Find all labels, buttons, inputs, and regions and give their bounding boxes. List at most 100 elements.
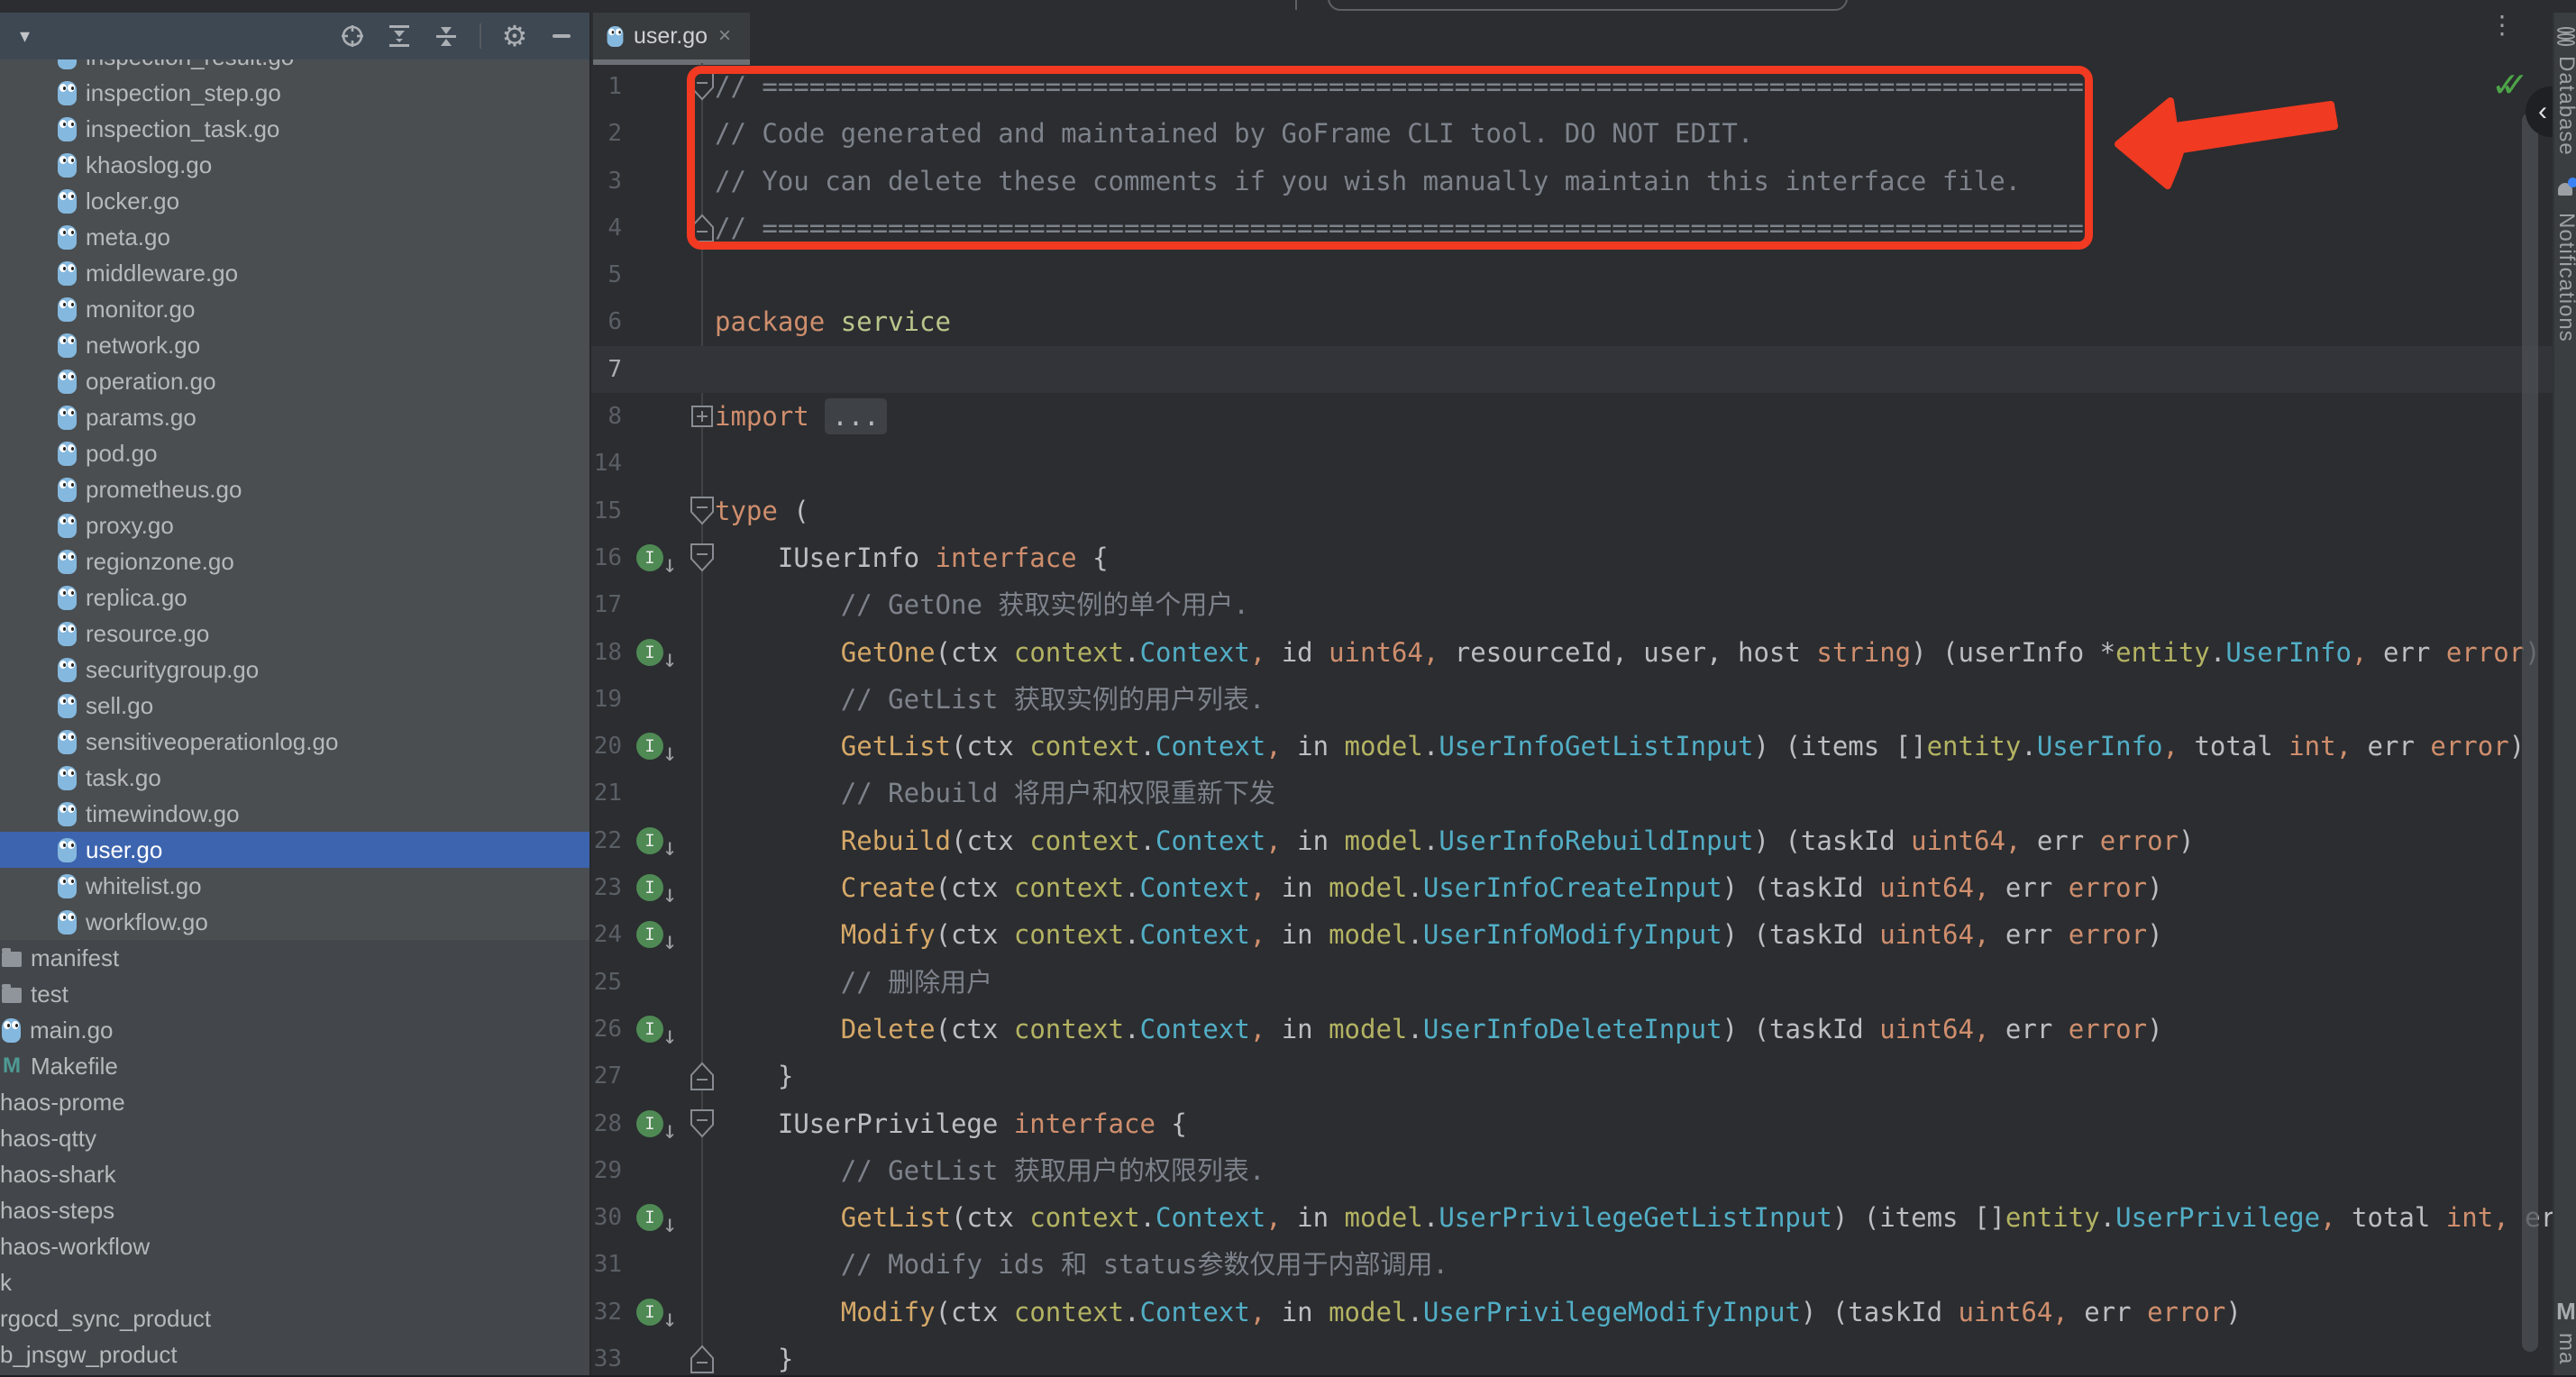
tree-item-manifest[interactable]: manifest	[0, 940, 591, 976]
tool-notifications[interactable]: Notifications	[2554, 180, 2576, 342]
tree-item-network.go[interactable]: network.go	[0, 327, 591, 363]
settings-gear-icon[interactable]: ⚙	[498, 19, 532, 53]
tool-main-bottom[interactable]: M ma	[2554, 1298, 2576, 1364]
code-line-22[interactable]: 22I↓Rebuild(ctx context.Context, in mode…	[591, 817, 2553, 864]
fold-marker-icon[interactable]	[687, 488, 717, 534]
line-number: 7	[591, 346, 622, 393]
code-line-18[interactable]: 18I↓GetOne(ctx context.Context, id uint6…	[591, 629, 2553, 676]
implementations-gutter-icon[interactable]: I↓	[635, 534, 685, 581]
hide-panel-icon[interactable]	[544, 19, 579, 53]
tree-item-sell.go[interactable]: sell.go	[0, 688, 591, 724]
tree-item-haos-workflow[interactable]: haos-workflow	[0, 1228, 591, 1264]
tree-item-test[interactable]: test	[0, 976, 591, 1012]
search-everywhere-field[interactable]	[1328, 0, 1848, 11]
tree-item-label: monitor.go	[86, 296, 195, 324]
tab-user-go[interactable]: user.go ×	[593, 13, 750, 59]
fold-marker-icon[interactable]	[687, 1053, 717, 1099]
tree-item-monitor.go[interactable]: monitor.go	[0, 291, 591, 327]
code-text: // Modify ids 和 status参数仅用于内部调用.	[715, 1241, 1448, 1288]
code-line-15[interactable]: 15type (	[591, 488, 2553, 534]
code-line-30[interactable]: 30I↓GetList(ctx context.Context, in mode…	[591, 1194, 2553, 1241]
tree-item-replica.go[interactable]: replica.go	[0, 579, 591, 616]
tree-item-middleware.go[interactable]: middleware.go	[0, 255, 591, 291]
tree-item-khaoslog.go[interactable]: khaoslog.go	[0, 147, 591, 183]
code-editor[interactable]: 1// ====================================…	[591, 63, 2553, 1377]
code-line-16[interactable]: 16I↓IUserInfo interface {	[591, 534, 2553, 581]
implementations-gutter-icon[interactable]: I↓	[635, 629, 685, 676]
tree-item-locker.go[interactable]: locker.go	[0, 183, 591, 219]
code-line-19[interactable]: 19// GetList 获取实例的用户列表.	[591, 676, 2553, 723]
tree-item-workflow.go[interactable]: workflow.go	[0, 904, 591, 940]
code-line-14[interactable]: 14	[591, 440, 2553, 487]
implementations-gutter-icon[interactable]: I↓	[635, 864, 685, 911]
code-line-21[interactable]: 21// Rebuild 将用户和权限重新下发	[591, 770, 2553, 816]
tree-item-resource.go[interactable]: resource.go	[0, 616, 591, 652]
code-line-25[interactable]: 25// 删除用户	[591, 959, 2553, 1006]
tree-item-main.go[interactable]: main.go	[0, 1012, 591, 1048]
code-line-6[interactable]: 6package service	[591, 298, 2553, 345]
tree-item-meta.go[interactable]: meta.go	[0, 219, 591, 255]
tree-item-task.go[interactable]: task.go	[0, 760, 591, 796]
code-line-33[interactable]: 33}	[591, 1336, 2553, 1377]
tree-item-pod.go[interactable]: pod.go	[0, 435, 591, 471]
tree-item-operation.go[interactable]: operation.go	[0, 363, 591, 399]
tree-item-haos-prome[interactable]: haos-prome	[0, 1084, 591, 1120]
tree-item-whitelist.go[interactable]: whitelist.go	[0, 868, 591, 904]
tree-item-securitygroup.go[interactable]: securitygroup.go	[0, 652, 591, 688]
project-dropdown-caret-icon[interactable]: ▾	[20, 24, 30, 48]
code-line-26[interactable]: 26I↓Delete(ctx context.Context, in model…	[591, 1006, 2553, 1053]
implementations-gutter-icon[interactable]: I↓	[635, 1194, 685, 1241]
tree-item-sensitiveoperationlog.go[interactable]: sensitiveoperationlog.go	[0, 724, 591, 760]
tree-item-haos-steps[interactable]: haos-steps	[0, 1192, 591, 1228]
implementations-gutter-icon[interactable]: I↓	[635, 911, 685, 958]
code-line-20[interactable]: 20I↓GetList(ctx context.Context, in mode…	[591, 723, 2553, 770]
tool-database[interactable]: Database	[2554, 27, 2576, 156]
tree-item-proxy.go[interactable]: proxy.go	[0, 507, 591, 543]
code-line-27[interactable]: 27}	[591, 1053, 2553, 1099]
code-text: }	[715, 1053, 793, 1099]
fold-marker-icon[interactable]	[687, 1100, 717, 1147]
implementations-gutter-icon[interactable]: I↓	[635, 1006, 685, 1053]
code-line-7[interactable]: 7	[591, 346, 2553, 393]
implementations-gutter-icon[interactable]: I↓	[635, 723, 685, 770]
tree-item-rgocd_sync_product[interactable]: rgocd_sync_product	[0, 1300, 591, 1336]
code-text: GetList(ctx context.Context, in model.Us…	[715, 1194, 2553, 1241]
collapse-all-icon[interactable]	[429, 19, 463, 53]
code-line-8[interactable]: 8import ...	[591, 393, 2553, 440]
expand-all-icon[interactable]	[382, 19, 416, 53]
fold-marker-icon[interactable]	[687, 393, 717, 440]
tree-item-Makefile[interactable]: MMakefile	[0, 1048, 591, 1084]
tree-item-user.go[interactable]: user.go	[0, 832, 591, 868]
tree-item-label: inspection_step.go	[86, 79, 281, 107]
tree-item-prometheus.go[interactable]: prometheus.go	[0, 471, 591, 507]
implementations-gutter-icon[interactable]: I↓	[635, 817, 685, 864]
tab-close-icon[interactable]: ×	[718, 23, 731, 49]
tree-item-inspection_task.go[interactable]: inspection_task.go	[0, 111, 591, 147]
code-line-32[interactable]: 32I↓Modify(ctx context.Context, in model…	[591, 1289, 2553, 1336]
fold-marker-icon[interactable]	[687, 534, 717, 581]
editor-scrollbar[interactable]	[2522, 113, 2538, 1352]
inspections-ok-icon[interactable]: ✓✓	[2491, 65, 2509, 105]
code-line-28[interactable]: 28I↓IUserPrivilege interface {	[591, 1100, 2553, 1147]
tree-item-haos-shark[interactable]: haos-shark	[0, 1156, 591, 1192]
tree-item-haos-qtty[interactable]: haos-qtty	[0, 1120, 591, 1156]
locate-file-icon[interactable]	[335, 19, 370, 53]
tree-item-inspection_step.go[interactable]: inspection_step.go	[0, 75, 591, 111]
code-line-29[interactable]: 29// GetList 获取用户的权限列表.	[591, 1147, 2553, 1194]
code-line-24[interactable]: 24I↓Modify(ctx context.Context, in model…	[591, 911, 2553, 958]
implementations-gutter-icon[interactable]: I↓	[635, 1100, 685, 1147]
code-line-17[interactable]: 17// GetOne 获取实例的单个用户.	[591, 581, 2553, 628]
fold-marker-icon[interactable]	[687, 1336, 717, 1377]
tree-item-regionzone.go[interactable]: regionzone.go	[0, 543, 591, 579]
tree-item-inspection_result.go[interactable]: inspection_result.go	[0, 59, 591, 75]
code-line-5[interactable]: 5	[591, 251, 2553, 298]
implementations-gutter-icon[interactable]: I↓	[635, 1289, 685, 1336]
code-line-31[interactable]: 31// Modify ids 和 status参数仅用于内部调用.	[591, 1241, 2553, 1288]
tree-item-b_jnsgw_product[interactable]: b_jnsgw_product	[0, 1336, 591, 1372]
tree-item-k[interactable]: k	[0, 1264, 591, 1300]
tree-item-timewindow.go[interactable]: timewindow.go	[0, 796, 591, 832]
editor-more-menu-icon[interactable]: ⋮	[2489, 20, 2515, 31]
tree-item-params.go[interactable]: params.go	[0, 399, 591, 435]
code-line-23[interactable]: 23I↓Create(ctx context.Context, in model…	[591, 864, 2553, 911]
folder-icon	[2, 988, 22, 1003]
